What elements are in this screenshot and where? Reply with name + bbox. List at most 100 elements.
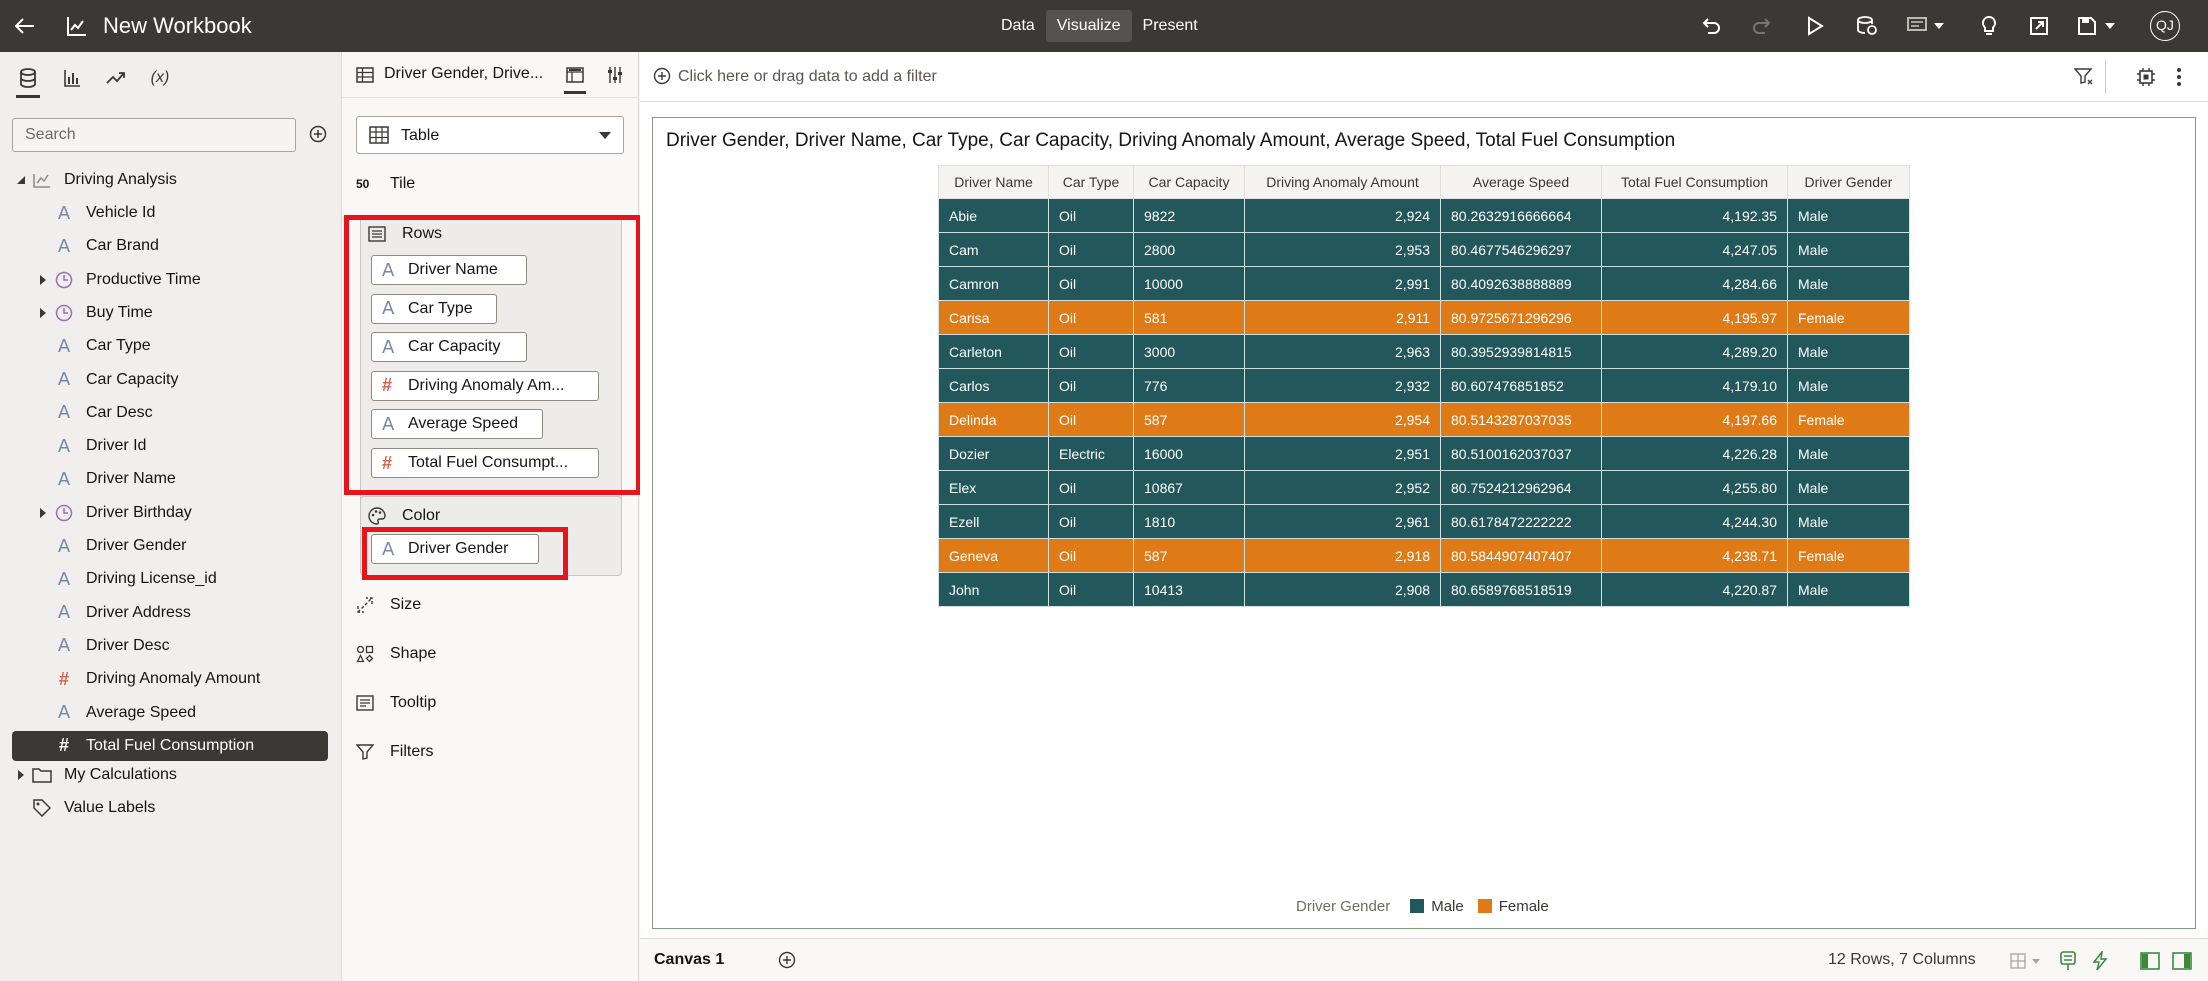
- table-cell[interactable]: 2800: [1133, 232, 1245, 267]
- analytics-tab-trend-icon[interactable]: [100, 62, 132, 94]
- table-cell[interactable]: Oil: [1048, 266, 1134, 301]
- table-cell[interactable]: Male: [1787, 368, 1910, 403]
- table-cell[interactable]: 4,220.87: [1601, 572, 1788, 607]
- table-cell[interactable]: 4,284.66: [1601, 266, 1788, 301]
- table-row[interactable]: Carlos Oil 776 2,932 80.607476851852 4,179.10…: [938, 368, 1910, 403]
- table-cell[interactable]: Oil: [1048, 470, 1134, 505]
- table-cell[interactable]: Ezell: [938, 504, 1049, 539]
- table-row[interactable]: Elex Oil 10867 2,952 80.7524212962964 4,255.8…: [938, 470, 1910, 505]
- column-header[interactable]: Average Speed: [1440, 165, 1602, 199]
- filter-bar-placeholder[interactable]: Click here or drag data to add a filter: [678, 68, 937, 86]
- table-cell[interactable]: 2,908: [1244, 572, 1441, 607]
- legend-label-male[interactable]: Male: [1431, 898, 1464, 915]
- table-cell[interactable]: Oil: [1048, 572, 1134, 607]
- legend-swatch-male[interactable]: [1410, 899, 1425, 913]
- column-header[interactable]: Driver Gender: [1787, 165, 1910, 199]
- data-item[interactable]: A Driver Desc: [12, 631, 328, 661]
- search-input[interactable]: [12, 118, 296, 152]
- preview-play-icon[interactable]: [1802, 12, 1828, 40]
- expand-triangle-icon[interactable]: [34, 498, 52, 528]
- left-panel-toggle-icon[interactable]: [2138, 949, 2162, 973]
- data-item[interactable]: A Driving License_id: [12, 564, 328, 594]
- data-item[interactable]: Driver Birthday: [12, 498, 328, 528]
- table-row[interactable]: Ezell Oil 1810 2,961 80.6178472222222 4,244.3…: [938, 504, 1910, 539]
- insights-lightbulb-icon[interactable]: [1976, 12, 2002, 40]
- table-cell[interactable]: Male: [1787, 470, 1910, 505]
- row-pill[interactable]: A Car Capacity: [371, 332, 527, 363]
- filter-options-icon[interactable]: [2072, 65, 2096, 89]
- table-cell[interactable]: 3000: [1133, 334, 1245, 369]
- data-item[interactable]: A Driver Id: [12, 431, 328, 461]
- data-item[interactable]: A Driver Address: [12, 598, 328, 628]
- table-cell[interactable]: 80.5143287037035: [1440, 402, 1602, 437]
- data-quality-icon[interactable]: [2056, 949, 2080, 973]
- table-cell[interactable]: Geneva: [938, 538, 1049, 573]
- auto-refresh-lightning-icon[interactable]: [2088, 949, 2112, 973]
- data-item[interactable]: A Vehicle Id: [12, 198, 328, 228]
- table-cell[interactable]: 2,963: [1244, 334, 1441, 369]
- row-pill[interactable]: # Total Fuel Consumpt...: [371, 448, 599, 478]
- table-cell[interactable]: 4,226.28: [1601, 436, 1788, 471]
- grammar-tab-icon[interactable]: [562, 62, 588, 94]
- narrate-menu-icon[interactable]: [1906, 12, 1948, 40]
- table-cell[interactable]: 2,953: [1244, 232, 1441, 267]
- canvas-tab[interactable]: Canvas 1: [654, 951, 724, 969]
- data-item[interactable]: # Driving Anomaly Amount: [12, 664, 328, 694]
- data-item[interactable]: Buy Time: [12, 298, 328, 328]
- row-pill[interactable]: # Driving Anomaly Am...: [371, 370, 599, 401]
- table-cell[interactable]: 80.7524212962964: [1440, 470, 1602, 505]
- table-cell[interactable]: Oil: [1048, 198, 1134, 233]
- table-cell[interactable]: 2,918: [1244, 538, 1441, 573]
- table-cell[interactable]: 80.4677546296297: [1440, 232, 1602, 267]
- more-options-kebab-icon[interactable]: [2167, 65, 2191, 89]
- table-cell[interactable]: Female: [1787, 300, 1910, 335]
- viz-type-select[interactable]: Table: [356, 116, 624, 154]
- redo-icon[interactable]: [1749, 12, 1775, 40]
- table-cell[interactable]: Female: [1787, 402, 1910, 437]
- table-row[interactable]: Cam Oil 2800 2,953 80.4677546296297 4,247.05 M…: [938, 232, 1910, 267]
- data-item[interactable]: Productive Time: [12, 265, 328, 295]
- table-row[interactable]: John Oil 10413 2,908 80.6589768518519 4,220.8…: [938, 572, 1910, 607]
- table-cell[interactable]: Male: [1787, 232, 1910, 267]
- table-cell[interactable]: Oil: [1048, 504, 1134, 539]
- column-header[interactable]: Driver Name: [938, 165, 1049, 199]
- table-cell[interactable]: 587: [1133, 402, 1245, 437]
- table-cell[interactable]: Male: [1787, 266, 1910, 301]
- table-cell[interactable]: Cam: [938, 232, 1049, 267]
- table-cell[interactable]: Male: [1787, 436, 1910, 471]
- shape-section[interactable]: Shape: [356, 639, 436, 669]
- table-cell[interactable]: 80.6178472222222: [1440, 504, 1602, 539]
- user-avatar[interactable]: QJ: [2150, 11, 2180, 41]
- table-cell[interactable]: 2,952: [1244, 470, 1441, 505]
- add-dataset-icon[interactable]: [306, 122, 330, 146]
- table-cell[interactable]: 80.5100162037037: [1440, 436, 1602, 471]
- column-header[interactable]: Car Capacity: [1133, 165, 1245, 199]
- column-header[interactable]: Driving Anomaly Amount: [1244, 165, 1441, 199]
- table-cell[interactable]: 80.3952939814815: [1440, 334, 1602, 369]
- column-header[interactable]: Car Type: [1048, 165, 1134, 199]
- data-item[interactable]: A Car Capacity: [12, 365, 328, 395]
- value-labels-item[interactable]: Value Labels: [12, 793, 328, 823]
- expand-triangle-icon[interactable]: [12, 760, 30, 790]
- table-cell[interactable]: 4,255.80: [1601, 470, 1788, 505]
- color-pill-driver-gender[interactable]: A Driver Gender: [371, 534, 539, 564]
- table-cell[interactable]: 4,238.71: [1601, 538, 1788, 573]
- table-cell[interactable]: Camron: [938, 266, 1049, 301]
- mode-data[interactable]: Data: [990, 10, 1046, 42]
- viz-name[interactable]: Driver Gender, Drive...: [384, 65, 574, 83]
- table-cell[interactable]: 1810: [1133, 504, 1245, 539]
- table-cell[interactable]: Delinda: [938, 402, 1049, 437]
- tile-section[interactable]: 50 Tile: [356, 169, 415, 199]
- data-item[interactable]: A Car Desc: [12, 398, 328, 428]
- table-cell[interactable]: 10000: [1133, 266, 1245, 301]
- table-cell[interactable]: 16000: [1133, 436, 1245, 471]
- undo-icon[interactable]: [1698, 12, 1724, 40]
- legend-swatch-female[interactable]: [1477, 899, 1492, 913]
- size-section[interactable]: Size: [356, 590, 421, 620]
- table-cell[interactable]: Elex: [938, 470, 1049, 505]
- table-row[interactable]: Carisa Oil 581 2,911 80.9725671296296 4,195.9…: [938, 300, 1910, 335]
- table-cell[interactable]: 80.5844907407407: [1440, 538, 1602, 573]
- table-cell[interactable]: 776: [1133, 368, 1245, 403]
- table-cell[interactable]: Female: [1787, 538, 1910, 573]
- table-cell[interactable]: 4,195.97: [1601, 300, 1788, 335]
